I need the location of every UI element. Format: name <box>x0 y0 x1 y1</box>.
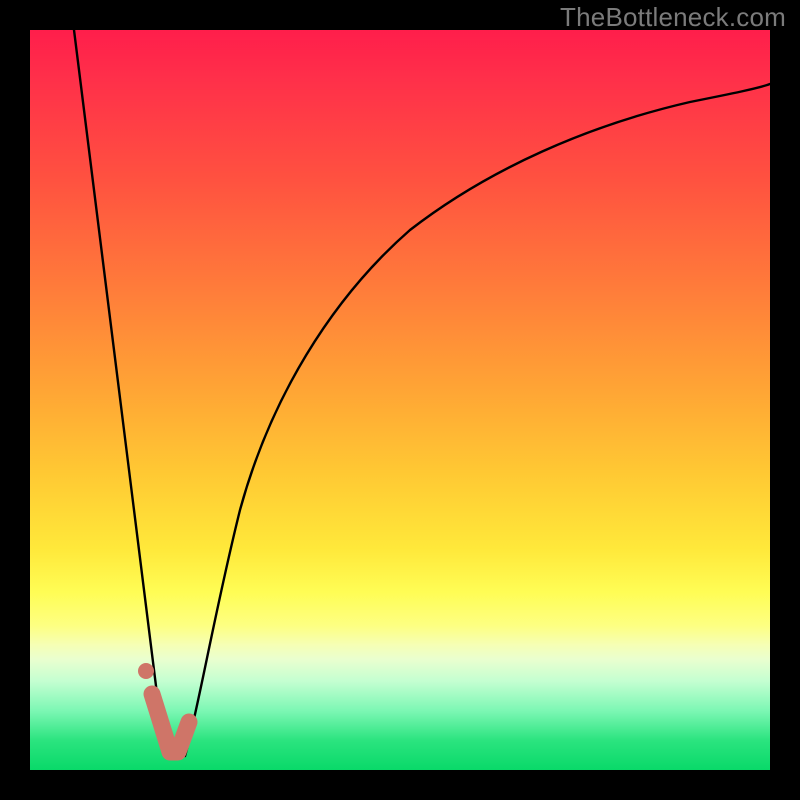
left-descent-line <box>74 30 163 742</box>
watermark-text: TheBottleneck.com <box>560 2 786 33</box>
plot-area <box>30 30 770 770</box>
chart-svg <box>30 30 770 770</box>
marker-elbow <box>152 694 189 752</box>
right-curve-line <box>185 84 770 756</box>
marker-dot <box>138 663 154 679</box>
chart-frame: TheBottleneck.com <box>0 0 800 800</box>
